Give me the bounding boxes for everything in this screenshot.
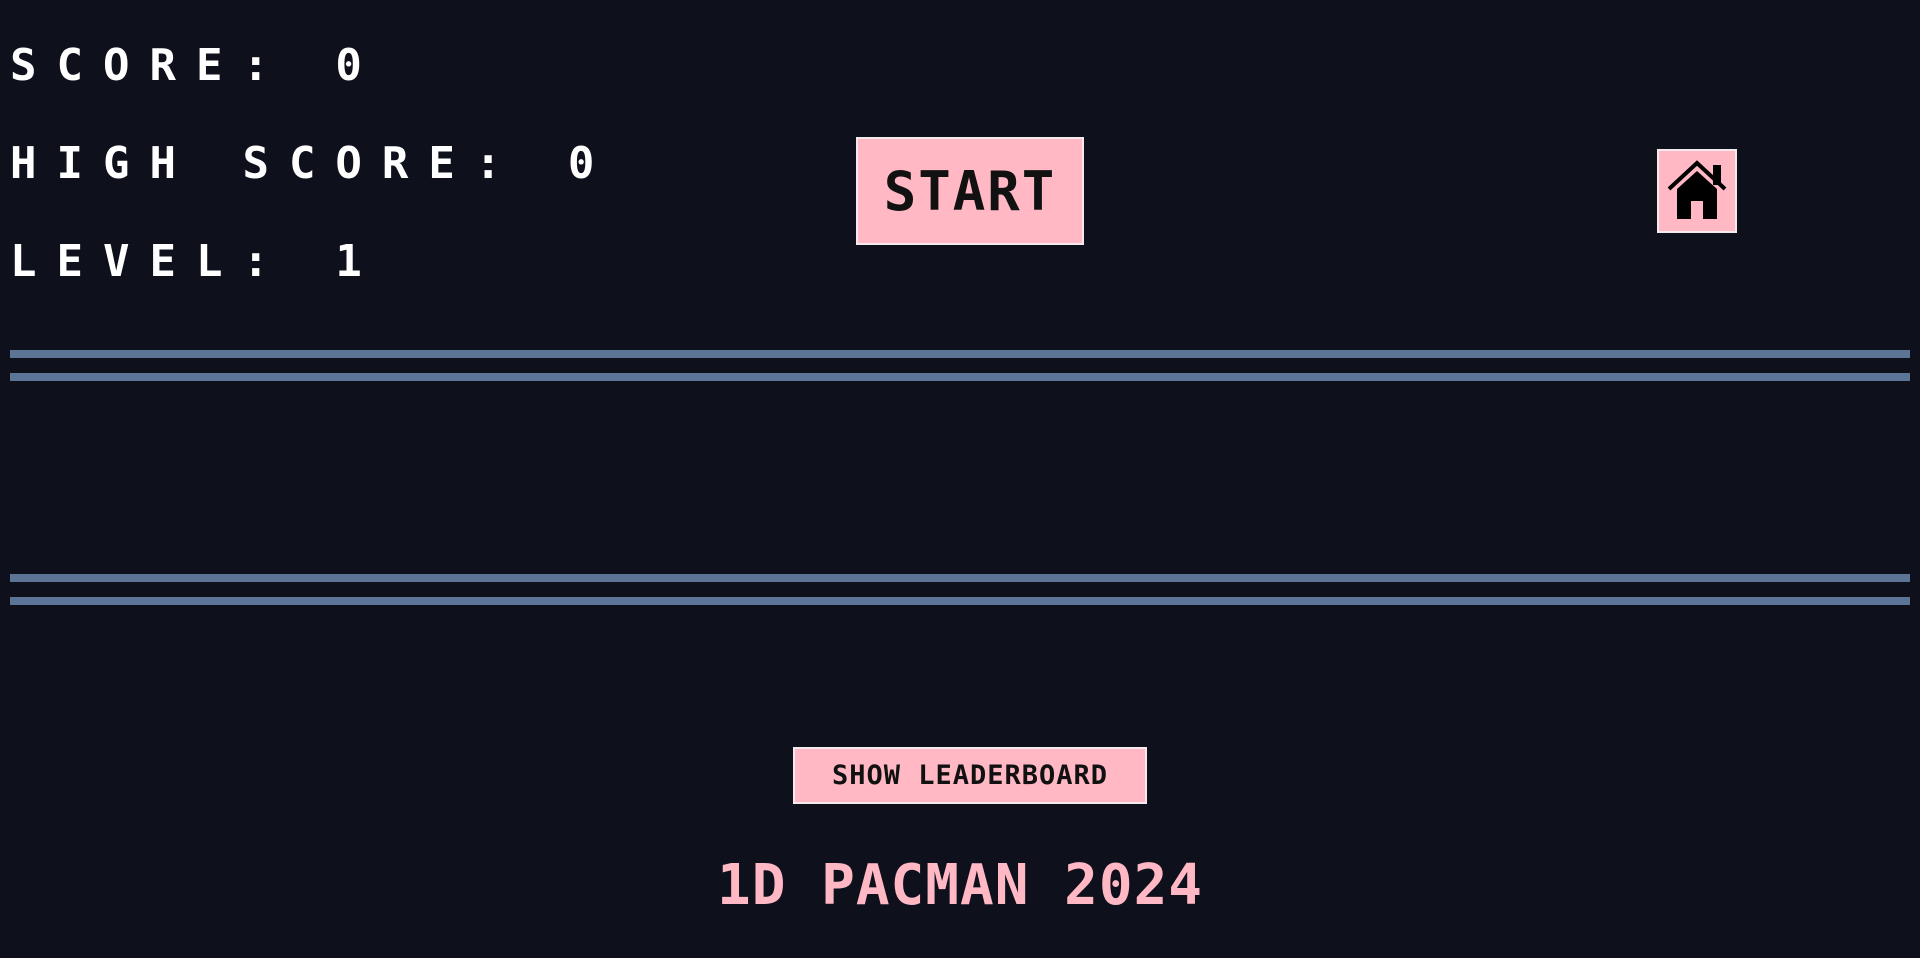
home-button[interactable] [1657, 149, 1737, 233]
track-border-bottom-inner [10, 574, 1910, 582]
high-score-display: HIGH SCORE: 0 [10, 138, 615, 189]
game-screen: SCORE: 0 HIGH SCORE: 0 LEVEL: 1 START SH… [0, 0, 1920, 958]
start-button[interactable]: START [856, 137, 1084, 245]
level-display: LEVEL: 1 [10, 236, 382, 287]
show-leaderboard-button[interactable]: SHOW LEADERBOARD [793, 747, 1147, 804]
track-border-bottom-outer [10, 597, 1910, 605]
home-icon [1665, 159, 1729, 223]
track-border-top-inner [10, 373, 1910, 381]
footer-title: 1D PACMAN 2024 [716, 853, 1203, 918]
score-display: SCORE: 0 [10, 40, 382, 91]
game-lane [10, 381, 1910, 574]
track-border-top-outer [10, 350, 1910, 358]
